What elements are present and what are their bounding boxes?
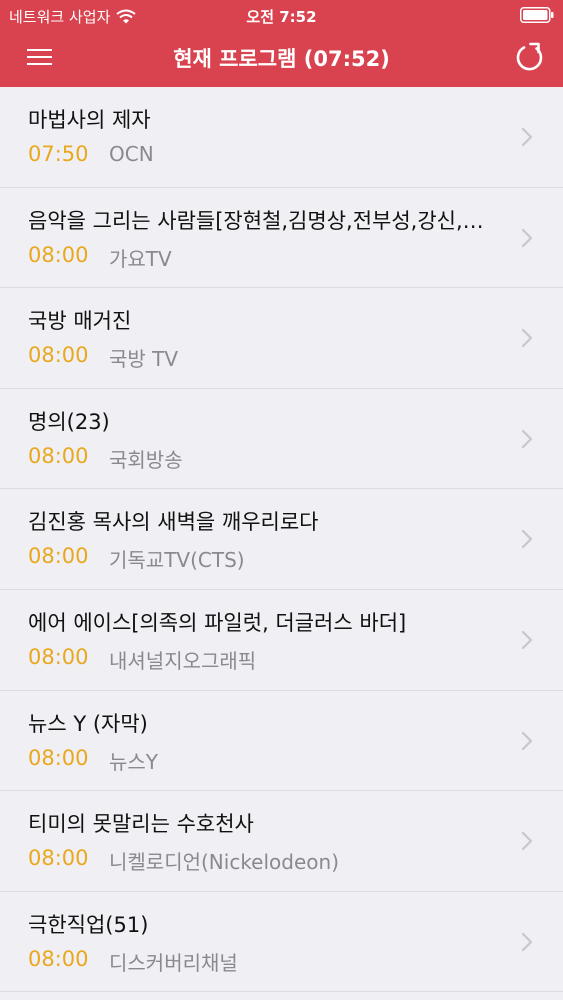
- chevron-right-icon: [521, 630, 533, 650]
- program-time: 08:00: [28, 343, 89, 368]
- program-time: 07:50: [28, 142, 89, 166]
- chevron-right-icon: [521, 329, 533, 348]
- program-title: 명의(23): [28, 409, 110, 434]
- program-title: 뉴스 Y (자막): [28, 711, 148, 736]
- program-row[interactable]: 김진홍 목사의 새벽을 깨우리로다 08:00 기독교TV(CTS): [0, 489, 563, 590]
- program-title: 음악을 그리는 사람들[장현철,김명상,전부성,강신,…: [28, 208, 484, 233]
- program-time: 08:00: [28, 544, 89, 569]
- program-row[interactable]: 국방 매거진 08:00 국방 TV: [0, 288, 563, 389]
- program-title: 에어 에이스[의족의 파일럿, 더글러스 바더]: [28, 610, 407, 635]
- program-time: 08:00: [28, 846, 89, 871]
- program-channel: 국방 TV: [109, 347, 179, 372]
- status-bar: 네트워크 사업자 오전 7:52: [0, 0, 563, 28]
- chevron-right-icon: [521, 731, 533, 750]
- navigation-bar: 현재 프로그램 (07:52): [0, 28, 563, 87]
- program-time: 08:00: [28, 946, 89, 971]
- program-time: 08:00: [28, 242, 89, 267]
- refresh-icon: [516, 42, 543, 71]
- program-time: 08:00: [28, 644, 89, 669]
- battery-icon: [520, 7, 554, 23]
- program-channel: 국회방송: [109, 447, 183, 472]
- program-row[interactable]: 음악을 그리는 사람들[장현철,김명상,전부성,강신,… 08:00 가요TV: [0, 188, 563, 289]
- page-title: 현재 프로그램 (07:52): [173, 47, 390, 71]
- program-list: 마법사의 제자 07:50 OCN 음악을 그리는 사람들[장현철,김명상,전부성,강…: [0, 87, 563, 1000]
- program-row[interactable]: 극한직업(51) 08:00 디스커버리채널: [0, 892, 563, 993]
- program-row[interactable]: 명의(23) 08:00 국회방송: [0, 389, 563, 490]
- program-time: 08:00: [28, 745, 89, 770]
- chevron-right-icon: [521, 429, 533, 448]
- program-title: 김진홍 목사의 새벽을 깨우리로다: [28, 510, 319, 535]
- program-row[interactable]: 티미의 못말리는 수호천사 08:00 니켈로디언(Nickelodeon): [0, 791, 563, 892]
- chevron-right-icon: [521, 530, 533, 549]
- chevron-right-icon: [521, 832, 533, 851]
- program-row[interactable]: 뉴스 Y (자막) 08:00 뉴스Y: [0, 691, 563, 792]
- program-channel: 기독교TV(CTS): [109, 548, 245, 573]
- program-title: 티미의 못말리는 수호천사: [28, 812, 254, 837]
- program-channel: 디스커버리채널: [109, 950, 238, 975]
- program-channel: 가요TV: [109, 246, 172, 271]
- program-row[interactable]: 에어 에이스[의족의 파일럿, 더글러스 바더] 08:00 내셔널지오그래픽: [0, 590, 563, 691]
- program-channel: 내셔널지오그래픽: [109, 648, 257, 673]
- program-title: 국방 매거진: [28, 309, 132, 334]
- menu-button[interactable]: [14, 38, 64, 76]
- program-channel: 뉴스Y: [109, 749, 159, 774]
- program-time: 08:00: [28, 443, 89, 468]
- program-row[interactable]: 마법사의 제자 07:50 OCN: [0, 87, 563, 188]
- refresh-button[interactable]: [509, 37, 551, 79]
- status-clock: 오전 7:52: [246, 8, 317, 26]
- chevron-right-icon: [521, 932, 533, 951]
- program-channel: OCN: [109, 142, 154, 166]
- chevron-right-icon: [521, 228, 533, 247]
- chevron-right-icon: [521, 127, 533, 147]
- app-header: 네트워크 사업자 오전 7:52 현재 프로그램 (07:52): [0, 0, 563, 87]
- program-title: 극한직업(51): [28, 912, 149, 937]
- program-title: 마법사의 제자: [28, 108, 151, 132]
- program-channel: 니켈로디언(Nickelodeon): [109, 850, 339, 875]
